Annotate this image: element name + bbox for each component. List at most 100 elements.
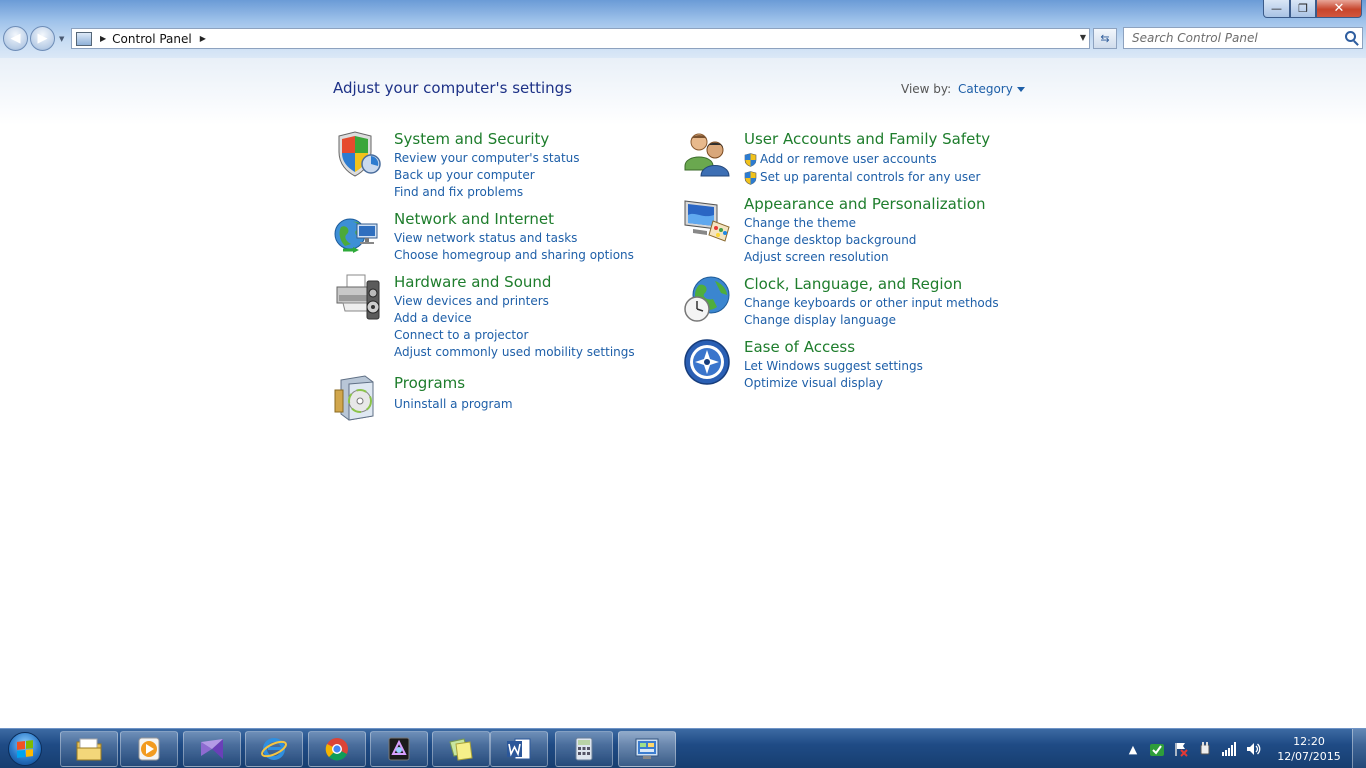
clock-globe-icon[interactable] (683, 275, 731, 323)
media-app-icon (388, 737, 410, 761)
refresh-icon: ⇆ (1100, 32, 1110, 45)
connect-projector-link[interactable]: Connect to a projector (394, 327, 635, 344)
recent-pages-dropdown[interactable]: ▼ (59, 35, 64, 43)
minimize-button[interactable]: — (1263, 0, 1290, 18)
display-language-link[interactable]: Change display language (744, 312, 999, 329)
media-player-icon (138, 737, 160, 761)
breadcrumb-next-separator[interactable]: ▶ (200, 34, 206, 43)
search-box (1123, 27, 1363, 49)
taskbar-file-explorer[interactable] (60, 731, 118, 767)
parental-controls-label: Set up parental controls for any user (760, 170, 981, 184)
add-remove-accounts-link[interactable]: Add or remove user accounts (744, 150, 980, 168)
show-hidden-icons-button[interactable]: ▲ (1125, 741, 1141, 757)
volume-icon[interactable] (1245, 741, 1261, 757)
users-icon[interactable] (683, 130, 731, 178)
optimize-visual-display-link[interactable]: Optimize visual display (744, 375, 923, 392)
window-controls: — ❐ ✕ (1263, 0, 1362, 18)
windows-suggest-settings-link[interactable]: Let Windows suggest settings (744, 358, 923, 375)
ease-of-access-title[interactable]: Ease of Access (744, 338, 855, 356)
file-explorer-icon (76, 738, 102, 761)
review-status-link[interactable]: Review your computer's status (394, 150, 580, 167)
desktop-background-link[interactable]: Change desktop background (744, 232, 916, 249)
taskbar-calculator[interactable] (555, 731, 613, 767)
start-button[interactable] (3, 731, 47, 767)
breadcrumb-control-panel[interactable]: Control Panel (112, 32, 192, 46)
change-theme-link[interactable]: Change the theme (744, 215, 916, 232)
add-device-link[interactable]: Add a device (394, 310, 635, 327)
taskbar-internet-explorer[interactable] (245, 731, 303, 767)
clock-language-title[interactable]: Clock, Language, and Region (744, 275, 962, 293)
uninstall-program-link[interactable]: Uninstall a program (394, 396, 513, 413)
mobility-settings-link[interactable]: Adjust commonly used mobility settings (394, 344, 635, 361)
programs-title[interactable]: Programs (394, 374, 465, 392)
printer-speaker-icon[interactable] (333, 273, 381, 321)
clock-date: 12/07/2015 (1277, 750, 1341, 763)
taskbar-chrome[interactable] (308, 731, 366, 767)
view-by-value: Category (958, 82, 1013, 96)
breadcrumb-separator[interactable]: ▶ (100, 34, 106, 43)
power-plug-icon[interactable] (1197, 741, 1213, 757)
search-input[interactable] (1124, 28, 1334, 48)
shield-icon[interactable] (333, 130, 381, 178)
internet-explorer-icon (261, 738, 287, 760)
sticky-notes-icon (449, 738, 473, 761)
taskbar-word[interactable] (490, 731, 548, 767)
monitor-palette-icon[interactable] (683, 195, 731, 243)
devices-printers-link[interactable]: View devices and printers (394, 293, 635, 310)
user-accounts-title[interactable]: User Accounts and Family Safety (744, 130, 990, 148)
close-button[interactable]: ✕ (1316, 0, 1362, 18)
chrome-icon (325, 738, 348, 761)
sync-check-icon[interactable] (1149, 741, 1165, 757)
screen-resolution-link[interactable]: Adjust screen resolution (744, 249, 916, 266)
forward-arrow-icon: ▶ (37, 31, 48, 46)
taskbar-visual-studio[interactable] (183, 731, 241, 767)
address-dropdown-icon[interactable]: ▼ (1080, 33, 1086, 42)
control-panel-small-icon (76, 31, 92, 46)
keyboards-input-link[interactable]: Change keyboards or other input methods (744, 295, 999, 312)
ease-of-access-icon[interactable] (683, 338, 731, 386)
control-panel-icon (635, 738, 659, 759)
clock-time: 12:20 (1293, 735, 1325, 748)
forward-button[interactable]: ▶ (30, 26, 55, 51)
view-by-dropdown[interactable]: Category (958, 82, 1025, 96)
taskbar-clock[interactable]: 12:20 12/07/2015 (1276, 734, 1342, 764)
taskbar-sticky-notes[interactable] (432, 731, 490, 767)
network-status-link[interactable]: View network status and tasks (394, 230, 634, 247)
page-title: Adjust your computer's settings (333, 79, 573, 97)
search-icon[interactable] (1345, 31, 1356, 42)
taskbar-media-player[interactable] (120, 731, 178, 767)
uac-shield-icon (744, 171, 757, 185)
back-button[interactable]: ◀ (3, 26, 28, 51)
flag-error-icon[interactable] (1173, 741, 1189, 757)
calculator-icon (575, 737, 593, 761)
parental-controls-link[interactable]: Set up parental controls for any user (744, 168, 980, 186)
network-signal-icon[interactable] (1221, 741, 1237, 757)
window-titlebar: — ❐ ✕ ◀ ▶ ▼ ▶ Control Panel ▶ ▼ ⇆ (0, 0, 1366, 58)
control-panel-content: Adjust your computer's settings View by:… (0, 58, 1366, 728)
back-up-link[interactable]: Back up your computer (394, 167, 580, 184)
system-tray: ▲ (1125, 729, 1261, 768)
appearance-title[interactable]: Appearance and Personalization (744, 195, 986, 213)
find-fix-problems-link[interactable]: Find and fix problems (394, 184, 580, 201)
show-desktop-button[interactable] (1352, 729, 1366, 768)
word-icon (507, 738, 531, 760)
chevron-down-icon (1016, 87, 1025, 92)
maximize-button[interactable]: ❐ (1290, 0, 1316, 18)
taskbar-control-panel[interactable] (618, 731, 676, 767)
taskbar-media-app[interactable] (370, 731, 428, 767)
system-security-title[interactable]: System and Security (394, 130, 549, 148)
back-arrow-icon: ◀ (10, 31, 21, 46)
visual-studio-icon (201, 739, 223, 759)
add-remove-accounts-label: Add or remove user accounts (760, 152, 937, 166)
view-by-label: View by: (901, 82, 952, 96)
windows-orb-icon (8, 732, 42, 766)
programs-disc-icon[interactable] (333, 374, 381, 422)
address-bar[interactable]: ▶ Control Panel ▶ ▼ (71, 28, 1090, 49)
hardware-sound-title[interactable]: Hardware and Sound (394, 273, 551, 291)
network-internet-title[interactable]: Network and Internet (394, 210, 554, 228)
taskbar: ▲ 12:20 12/07/2015 (0, 728, 1366, 768)
homegroup-sharing-link[interactable]: Choose homegroup and sharing options (394, 247, 634, 264)
uac-shield-icon (744, 153, 757, 167)
network-globe-icon[interactable] (333, 210, 381, 258)
refresh-button[interactable]: ⇆ (1093, 28, 1117, 49)
